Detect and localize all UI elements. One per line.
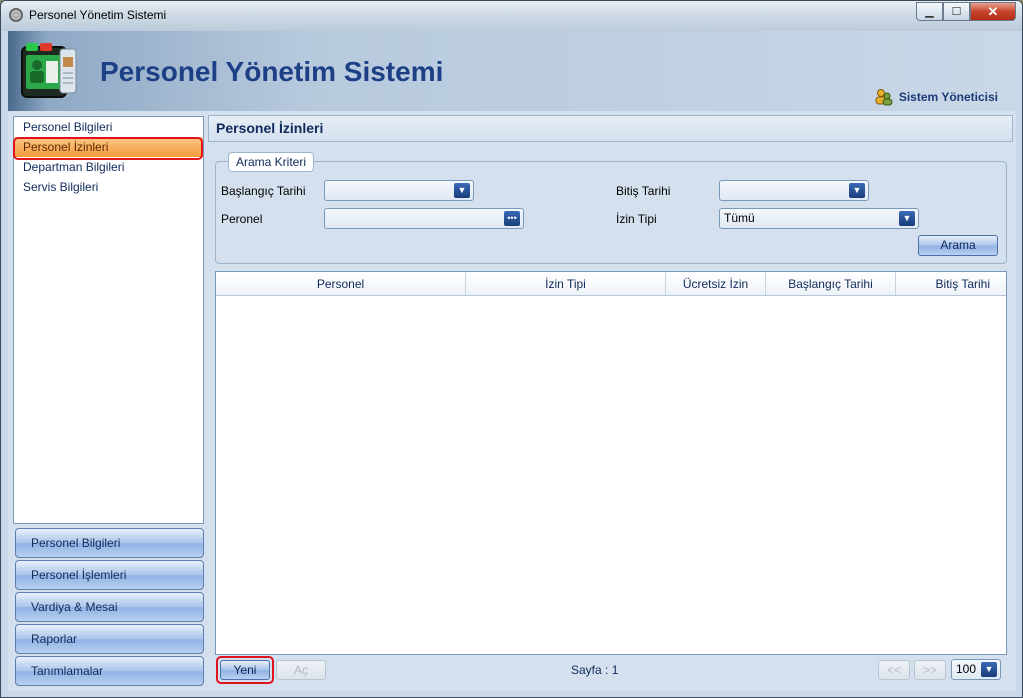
leave-type-label: İzin Tipi (616, 212, 657, 226)
grid-footer: Yeni Aç Sayfa : 1 << >> 100 ▼ (215, 655, 1007, 685)
start-date-label: Başlangıç Tarihi (221, 184, 306, 198)
user-name: Sistem Yöneticisi (898, 90, 998, 104)
personnel-label: Peronel (221, 212, 263, 226)
column-header-bitis-tarihi[interactable]: Bitiş Tarihi (896, 272, 1006, 295)
chevron-down-icon[interactable]: ▼ (849, 183, 865, 198)
window-title: Personel Yönetim Sistemi (29, 8, 167, 22)
client-area: Personel Yönetim Sistemi Sistem Yönetici… (8, 31, 1016, 691)
nav-button-raporlar[interactable]: Raporlar (15, 624, 204, 654)
ellipsis-icon[interactable]: ••• (504, 211, 520, 226)
nav-button-personel-bilgileri[interactable]: Personel Bilgileri (15, 528, 204, 558)
chevron-down-icon[interactable]: ▼ (454, 183, 470, 198)
new-button[interactable]: Yeni (220, 660, 270, 680)
search-criteria-title: Arama Kriteri (228, 152, 315, 172)
chevron-down-icon[interactable]: ▼ (981, 662, 997, 677)
search-criteria-group: Arama Kriteri Başlangıç Tarihi ▼ Bitiş T… (215, 152, 1007, 264)
minimize-icon: ▁ (925, 6, 934, 18)
end-date-label: Bitiş Tarihi (616, 184, 671, 198)
leave-type-value: Tümü (724, 211, 755, 225)
app-window: Personel Yönetim Sistemi ▁ ☐ Pe (0, 0, 1023, 698)
id-card-logo-icon (21, 43, 77, 98)
leave-type-select[interactable]: Tümü ▼ (719, 208, 919, 229)
column-header-ucretsiz-izin[interactable]: Ücretsiz İzin (666, 272, 766, 295)
users-icon (875, 89, 893, 106)
column-header-personel[interactable]: Personel (216, 272, 466, 295)
sidebar-item-personel-bilgileri[interactable]: Personel Bilgileri (14, 117, 203, 137)
page-size-value: 100 (956, 662, 977, 676)
panel-title: Personel İzinleri (208, 115, 1013, 142)
app-icon (9, 8, 23, 22)
title-bar[interactable]: Personel Yönetim Sistemi ▁ ☐ (1, 1, 1022, 31)
end-date-picker[interactable]: ▼ (719, 180, 869, 201)
nav-button-tanimlamalar[interactable]: Tanımlamalar (15, 656, 204, 686)
maximize-button[interactable]: ☐ (943, 2, 970, 21)
minimize-button[interactable]: ▁ (916, 2, 943, 21)
chevron-down-icon[interactable]: ▼ (899, 211, 915, 226)
grid-header: Personel İzin Tipi Ücretsiz İzin Başlang… (216, 272, 1006, 296)
main-panel: Personel İzinleri Arama Kriteri Başlangı… (208, 115, 1013, 685)
sidebar-item-departman-bilgileri[interactable]: Departman Bilgileri (14, 157, 203, 177)
start-date-picker[interactable]: ▼ (324, 180, 474, 201)
column-header-baslangic-tarihi[interactable]: Başlangıç Tarihi (766, 272, 896, 295)
sidebar-menu: Personel Bilgileri Personel İzinleri Dep… (13, 116, 204, 524)
personnel-lookup[interactable]: ••• (324, 208, 524, 229)
page-size-select[interactable]: 100 ▼ (951, 659, 1001, 680)
window-controls: ▁ ☐ (916, 2, 1016, 21)
leave-grid: Personel İzin Tipi Ücretsiz İzin Başlang… (215, 271, 1007, 655)
maximize-icon: ☐ (951, 6, 962, 18)
column-header-izin-tipi[interactable]: İzin Tipi (466, 272, 666, 295)
nav-button-personel-islemleri[interactable]: Personel İşlemleri (15, 560, 204, 590)
search-button[interactable]: Arama (918, 235, 998, 256)
next-page-button[interactable]: >> (914, 660, 946, 680)
nav-button-vardiya-mesai[interactable]: Vardiya & Mesai (15, 592, 204, 622)
prev-page-button[interactable]: << (878, 660, 910, 680)
page-info: Sayfa : 1 (571, 663, 619, 677)
open-button[interactable]: Aç (276, 660, 326, 680)
current-user[interactable]: Sistem Yöneticisi (875, 88, 998, 106)
sidebar-item-personel-izinleri[interactable]: Personel İzinleri (14, 137, 203, 157)
app-title: Personel Yönetim Sistemi (100, 56, 444, 87)
sidebar-item-servis-bilgileri[interactable]: Servis Bilgileri (14, 177, 203, 197)
app-header: Personel Yönetim Sistemi Sistem Yönetici… (8, 31, 1016, 111)
close-button[interactable] (970, 2, 1016, 21)
